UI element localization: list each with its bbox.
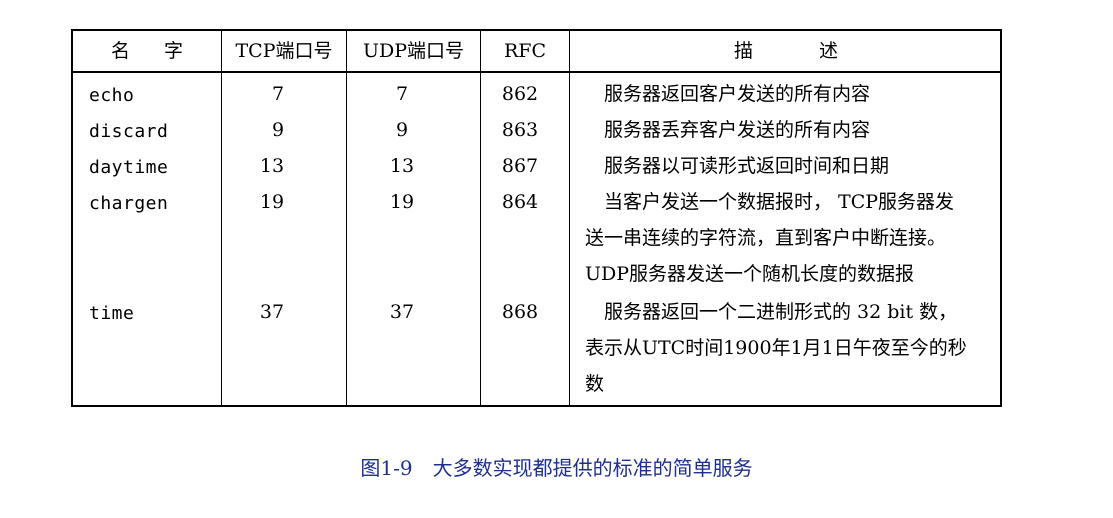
- description-line: 服务器丢弃客户发送的所有内容: [585, 119, 871, 141]
- udp-port: 9: [395, 119, 409, 141]
- description-line: 当客户发送一个数据报时， TCP服务器发: [585, 191, 955, 213]
- rfc-number: 863: [501, 119, 539, 141]
- description-line: 数: [585, 373, 605, 395]
- description-line: 表示从UTC时间1900年1月1日午夜至今的秒: [585, 337, 967, 359]
- figure-label: 图1-9: [360, 456, 413, 480]
- header-rfc: RFC: [503, 40, 547, 62]
- service-name: daytime: [89, 157, 169, 178]
- header-tcp-port: TCP端口号: [235, 40, 333, 62]
- figure-title: 大多数实现都提供的标准的简单服务: [432, 456, 753, 480]
- udp-port: 7: [395, 83, 409, 105]
- service-description: 当客户发送一个数据报时， TCP服务器发 送一串连续的字符流，直到客户中断连接。…: [585, 184, 1005, 292]
- header-name: 名 字: [110, 40, 198, 62]
- tcp-port: 9: [271, 119, 285, 141]
- service-description: 服务器返回客户发送的所有内容: [585, 76, 1005, 112]
- service-description: 服务器以可读形式返回时间和日期: [585, 148, 1005, 184]
- header-description: 描 述: [733, 40, 869, 62]
- header-udp-port: UDP端口号: [362, 40, 465, 62]
- tcp-port: 37: [259, 301, 285, 323]
- description-line: 服务器以可读形式返回时间和日期: [585, 155, 890, 177]
- header-divider: [73, 71, 1000, 73]
- description-line: UDP服务器发送一个随机长度的数据报: [585, 263, 915, 285]
- tcp-port: 13: [259, 155, 285, 177]
- rfc-number: 867: [501, 155, 539, 177]
- description-line: 送一串连续的字符流，直到客户中断连接。: [585, 227, 947, 249]
- description-line: 服务器返回客户发送的所有内容: [585, 83, 871, 105]
- tcp-port: 19: [259, 191, 285, 213]
- service-name: echo: [89, 85, 135, 106]
- udp-port: 13: [389, 155, 415, 177]
- service-name: discard: [89, 121, 169, 142]
- rfc-number: 864: [501, 191, 539, 213]
- rfc-number: 862: [501, 83, 539, 105]
- rfc-number: 868: [501, 301, 539, 323]
- description-line: 服务器返回一个二进制形式的 32 bit 数，: [585, 301, 958, 323]
- tcp-port: 7: [271, 83, 285, 105]
- services-table: 名 字 TCP端口号 UDP端口号 RFC 描 述 echo 7 7 862 服…: [71, 29, 1002, 407]
- column-divider: [569, 31, 570, 405]
- figure-caption: 图1-9 大多数实现都提供的标准的简单服务: [0, 452, 1113, 481]
- service-description: 服务器返回一个二进制形式的 32 bit 数， 表示从UTC时间1900年1月1…: [585, 294, 1005, 402]
- service-name: chargen: [89, 193, 169, 214]
- service-description: 服务器丢弃客户发送的所有内容: [585, 112, 1005, 148]
- udp-port: 19: [389, 191, 415, 213]
- service-name: time: [89, 303, 135, 324]
- udp-port: 37: [389, 301, 415, 323]
